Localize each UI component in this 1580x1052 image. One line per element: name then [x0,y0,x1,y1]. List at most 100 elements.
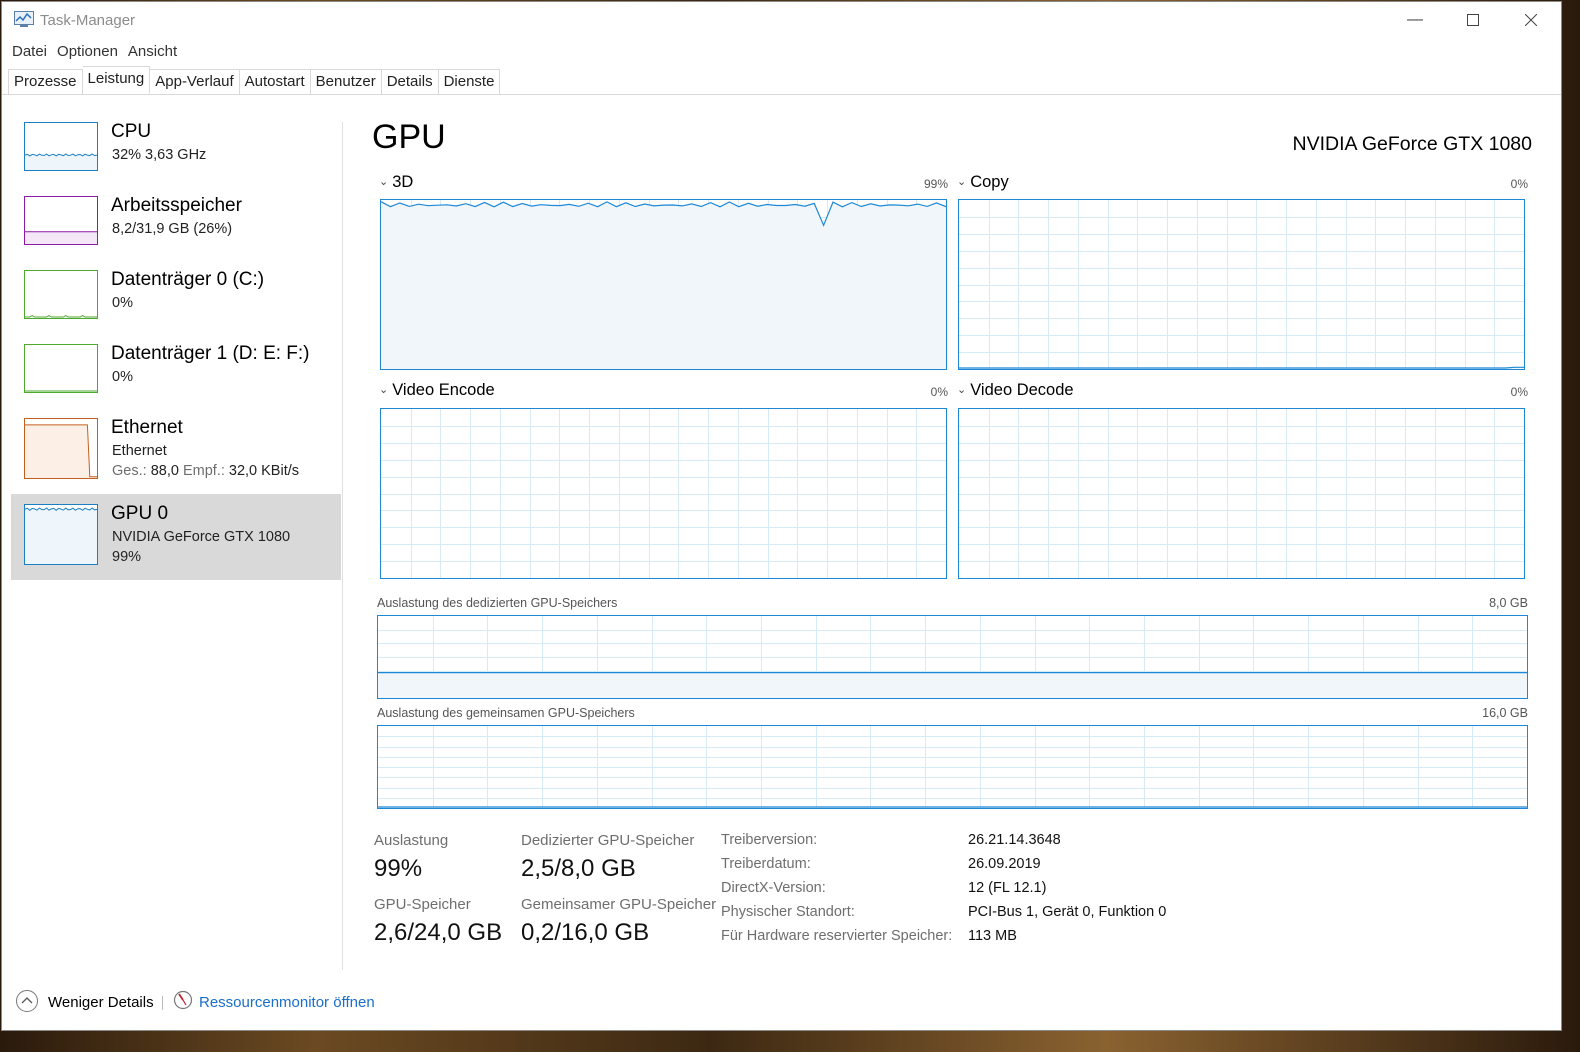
engine-selector-3d[interactable]: ⌄ 3D [379,173,413,192]
chevron-up-circle-icon [16,990,38,1012]
sidebar-item-subtitle: 0% [112,295,133,311]
sidebar-item-cpu[interactable]: CPU 32% 3,63 GHz [11,112,341,186]
resource-monitor-link[interactable]: Ressourcenmonitor öffnen [199,994,375,1011]
graph-grid [959,200,1524,369]
physical-location-label: Physischer Standort: [721,904,855,920]
dedicated-memory-graph [377,615,1528,699]
tab-autostart[interactable]: Autostart [239,69,311,95]
engine-percentage: 0% [1510,177,1528,191]
graph-area [381,201,946,369]
sidebar-item-title: CPU [111,121,152,142]
sidebar-item-memory[interactable]: Arbeitsspeicher 8,2/31,9 GB (26%) [11,186,341,260]
resource-list: CPU 32% 3,63 GHz Arbeitsspeicher 8,2/31,… [11,112,341,580]
sidebar-item-subtitle: Ethernet [112,443,167,459]
thumbnail-area [25,508,97,564]
dedicated-memory-max: 8,0 GB [1489,596,1528,610]
thumbnail-area [25,424,97,478]
directx-version-value: 12 (FL 12.1) [968,880,1047,896]
tab-divider [2,94,1561,95]
sidebar-item-title: Ethernet [111,417,183,438]
driver-version-value: 26.21.14.3648 [968,832,1061,848]
tab-benutzer[interactable]: Benutzer [310,69,382,95]
tab-details[interactable]: Details [381,69,439,95]
menu-ansicht[interactable]: Ansicht [123,40,182,64]
gpu-thumbnail-graph [24,504,98,565]
sidebar-item-subtitle: 32% 3,63 GHz [112,147,207,163]
gpu-model-name: NVIDIA GeForce GTX 1080 [1292,133,1532,155]
disk-0-thumbnail-graph [24,270,98,319]
disk-1-thumbnail-graph [24,344,98,393]
engine-name: Video Decode [970,381,1074,399]
tab-dienste[interactable]: Dienste [438,69,501,95]
resource-monitor-icon [173,990,193,1010]
utilization-label: Auslastung [374,832,449,849]
thumbnail-canvas [25,315,97,318]
sidebar-item-subtitle: 8,2/31,9 GB (26%) [112,221,233,237]
tab-leistung[interactable]: Leistung [82,66,151,94]
ethernet-thumbnail-graph [24,418,98,479]
shared-memory-max: 16,0 GB [1482,706,1528,720]
send-label: Ges.: [112,463,147,479]
sidebar-item-title: Datenträger 1 (D: E: F:) [111,343,310,364]
thumbnail-canvas [25,424,97,478]
engine-percentage: 99% [923,177,948,191]
engine-selector-video-decode[interactable]: ⌄ Video Decode [957,381,1074,400]
footer: Weniger Details Ressourcenmonitor öffnen [2,990,1561,1020]
thumbnail-area [25,154,97,170]
panel-divider [342,122,343,970]
engine-name: 3D [392,173,414,191]
utilization-value: 99% [374,855,423,882]
engine-selector-video-encode[interactable]: ⌄ Video Encode [379,381,495,400]
tab-app-verlauf[interactable]: App-Verlauf [150,69,240,95]
thumbnail-canvas [25,507,97,564]
reserved-memory-label: Für Hardware reservierter Speicher: [721,928,953,944]
engine-selector-copy[interactable]: ⌄ Copy [957,173,1009,192]
dedicated-memory-label: Auslastung des dedizierten GPU-Speichers [377,596,618,610]
chevron-down-icon: ⌄ [379,384,389,396]
title-bar: Task-Manager — [2,2,1561,38]
engine-name: Video Encode [392,381,495,399]
graph-grid [381,409,946,578]
tab-prozesse[interactable]: Prozesse [8,69,83,95]
graph-canvas [381,200,946,369]
task-manager-app-icon [14,11,34,27]
maximize-icon [1467,14,1479,26]
close-button[interactable] [1502,2,1560,38]
thumbnail-line [25,315,97,318]
gpu-memory-label: GPU-Speicher [374,896,471,913]
fewer-details-label: Weniger Details [48,994,154,1011]
graph-grid [959,409,1524,578]
engine-graph-video-encode [380,408,947,579]
tab-strip: Prozesse Leistung App-Verlauf Autostart … [8,66,501,95]
sidebar-item-disk-0[interactable]: Datenträger 0 (C:) 0% [11,260,341,334]
driver-date-value: 26.09.2019 [968,856,1041,872]
window-title: Task-Manager [40,12,136,29]
driver-date-label: Treiberdatum: [721,856,811,872]
engine-graph-video-decode [958,408,1525,579]
directx-version-label: DirectX-Version: [721,880,826,896]
menu-datei[interactable]: Datei [2,40,52,64]
dedicated-gpu-memory-label: Dedizierter GPU-Speicher [521,832,695,849]
sidebar-item-ethernet[interactable]: Ethernet Ethernet Ges.: 88,0 Empf.: 32,0… [11,408,341,494]
minimize-icon: — [1407,11,1423,28]
menu-bar: Datei Optionen Ansicht [2,40,182,64]
thumbnail-canvas [25,153,97,170]
physical-location-value: PCI-Bus 1, Gerät 0, Funktion 0 [968,904,1167,920]
reserved-memory-value: 113 MB [968,928,1017,944]
graph-canvas [381,409,946,578]
cpu-thumbnail-graph [24,122,98,171]
maximize-button[interactable] [1444,2,1502,38]
sidebar-item-disk-1[interactable]: Datenträger 1 (D: E: F:) 0% [11,334,341,408]
graph-canvas [378,726,1527,808]
thumbnail-area [25,231,97,244]
chevron-down-icon: ⌄ [957,384,967,396]
graph-canvas [959,200,1524,369]
menu-optionen[interactable]: Optionen [52,40,123,64]
graph-grid [378,726,1527,808]
sidebar-item-title: Datenträger 0 (C:) [111,269,265,290]
sidebar-item-subtitle: NVIDIA GeForce GTX 1080 [112,529,291,545]
memory-thumbnail-graph [24,196,98,245]
sidebar-item-gpu-0[interactable]: GPU 0 NVIDIA GeForce GTX 1080 99% [11,494,341,580]
minimize-button[interactable]: — [1386,2,1444,38]
chevron-down-icon: ⌄ [379,176,389,188]
